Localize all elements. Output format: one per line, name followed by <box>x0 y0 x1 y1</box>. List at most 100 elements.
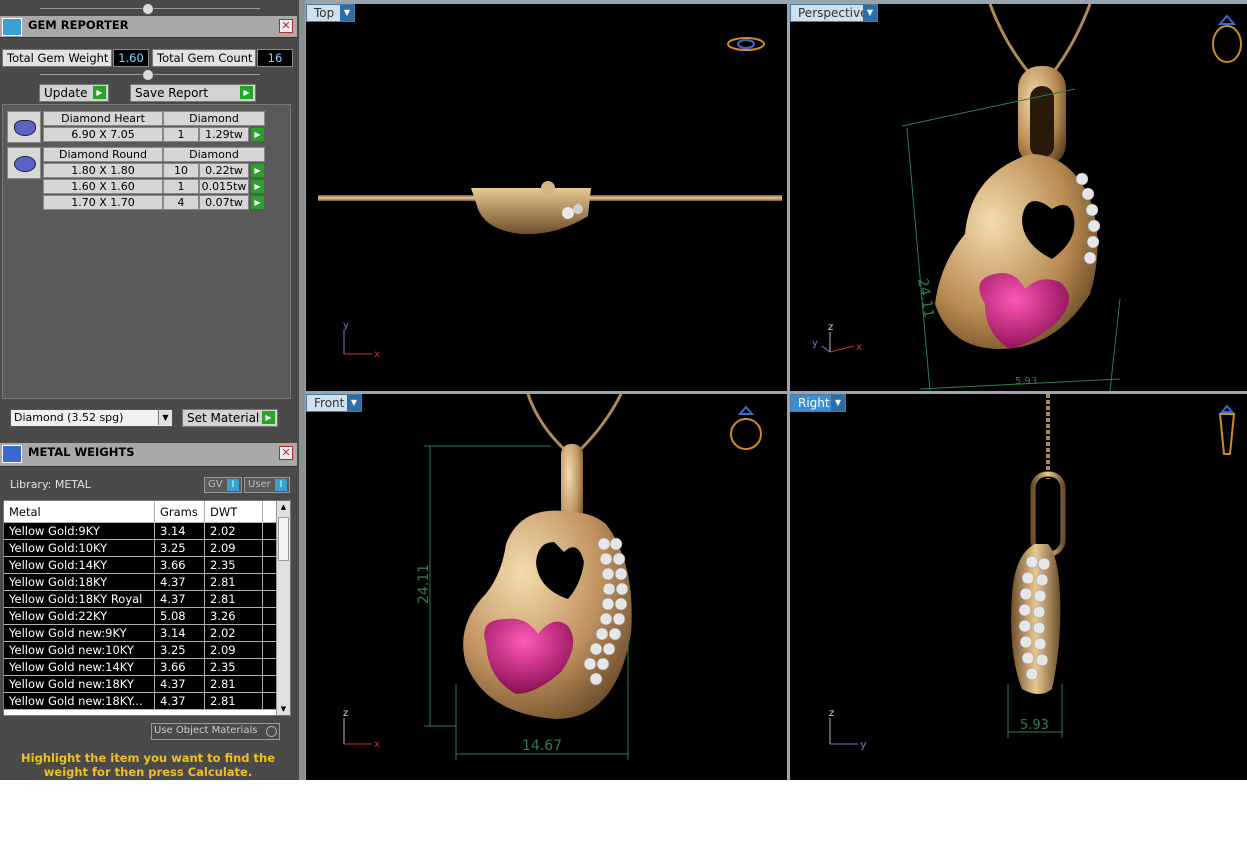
bail-shape <box>1030 471 1066 557</box>
gem-material-cell: Diamond <box>163 111 265 126</box>
library-label: Library: METAL <box>10 478 91 491</box>
table-row[interactable]: Yellow Gold:10KY 3.25 2.09 <box>4 540 278 557</box>
viewport-area: y x Top ▼ 24.11 5.93 z x y Perspective ▼… <box>305 0 1247 780</box>
viewport-perspective-label: Perspective <box>798 6 868 20</box>
ring-top-icon <box>727 37 765 51</box>
dwt-cell: 2.35 <box>205 659 263 675</box>
gem-slider[interactable] <box>30 69 270 81</box>
axis-icon: z x <box>343 708 380 750</box>
gem-qty-cell: 10 <box>163 163 199 178</box>
viewport-front-tab[interactable]: Front ▼ <box>306 394 362 412</box>
gv-label: GV <box>208 479 223 490</box>
metal-name-cell: Yellow Gold new:14KY <box>4 659 155 675</box>
save-report-button[interactable]: Save Report ▶ <box>130 84 256 102</box>
chevron-down-icon: ▼ <box>863 5 877 21</box>
table-row[interactable]: Yellow Gold new:18KY 4.37 2.81 <box>4 676 278 693</box>
viewport-front[interactable]: 24.11 14.67 z x Front ▼ <box>306 394 787 780</box>
set-material-button[interactable]: Set Material ▶ <box>182 409 278 427</box>
grams-cell: 4.37 <box>155 676 205 692</box>
metal-name-cell: Yellow Gold:18KY <box>4 574 155 590</box>
table-row[interactable]: Yellow Gold new:9KY 3.14 2.02 <box>4 625 278 642</box>
svg-text:y: y <box>860 738 867 751</box>
gem-reporter-header: GEM REPORTER ✕ <box>0 16 297 38</box>
column-header-dwt[interactable]: DWT <box>205 501 263 522</box>
top-slider[interactable] <box>30 3 270 15</box>
play-icon: ▶ <box>93 86 106 99</box>
gem-size-cell: 1.70 X 1.70 <box>43 195 163 210</box>
user-label: User <box>248 479 271 490</box>
metal-name-cell: Yellow Gold:9KY <box>4 523 155 539</box>
metal-name-cell: Yellow Gold new:18KY... <box>4 693 155 709</box>
svg-text:z: z <box>828 322 833 333</box>
viewport-top[interactable]: y x Top ▼ <box>306 4 787 391</box>
play-icon[interactable]: ▶ <box>251 128 264 141</box>
svg-text:z: z <box>343 708 348 719</box>
dwt-cell: 2.09 <box>205 642 263 658</box>
use-object-materials-toggle[interactable]: Use Object Materials <box>151 723 280 740</box>
gem-weight-cell: 0.22tw <box>199 163 249 178</box>
play-icon[interactable]: ▶ <box>251 180 264 193</box>
chevron-down-icon: ▼ <box>158 410 172 425</box>
column-header-grams[interactable]: Grams <box>155 501 205 522</box>
table-row[interactable]: Yellow Gold:22KY 5.08 3.26 <box>4 608 278 625</box>
scrollbar-thumb[interactable] <box>278 517 289 561</box>
play-icon[interactable]: ▶ <box>251 196 264 209</box>
column-header-metal[interactable]: Metal <box>4 501 155 522</box>
user-toggle[interactable]: User I <box>244 477 290 493</box>
total-gem-count-label: Total Gem Count <box>152 49 256 67</box>
close-icon[interactable]: ✕ <box>279 19 293 33</box>
total-gem-weight-label: Total Gem Weight <box>2 49 112 67</box>
top-view-render: y x <box>318 37 782 360</box>
viewport-right[interactable]: 5.93 z y Right ▼ <box>790 394 1247 780</box>
metal-name-cell: Yellow Gold:10KY <box>4 540 155 556</box>
table-row[interactable]: Yellow Gold:18KY 4.37 2.81 <box>4 574 278 591</box>
table-scrollbar[interactable]: ▲ ▼ <box>276 501 290 715</box>
play-icon: ▶ <box>262 411 275 424</box>
table-row[interactable]: Yellow Gold:14KY 3.66 2.35 <box>4 557 278 574</box>
play-icon[interactable]: ▶ <box>251 164 264 177</box>
perspective-depth-dim: 5.93 <box>1015 376 1037 387</box>
update-button[interactable]: Update ▶ <box>39 84 109 102</box>
grams-cell: 3.14 <box>155 523 205 539</box>
table-row[interactable]: Yellow Gold new:18KY... 4.37 2.81 <box>4 693 278 710</box>
material-select-value: Diamond (3.52 spg) <box>14 411 124 424</box>
chevron-down-icon: ▼ <box>340 5 354 21</box>
metal-weights-title: METAL WEIGHTS <box>28 445 135 459</box>
dwt-cell: 3.26 <box>205 608 263 624</box>
metal-weights-icon <box>2 445 22 463</box>
grams-cell: 3.25 <box>155 642 205 658</box>
viewport-right-tab[interactable]: Right ▼ <box>790 394 846 412</box>
table-row[interactable]: Yellow Gold:18KY Royal 4.37 2.81 <box>4 591 278 608</box>
grams-cell: 3.25 <box>155 540 205 556</box>
svg-text:x: x <box>374 739 380 750</box>
close-icon[interactable]: ✕ <box>279 446 293 460</box>
viewport-perspective[interactable]: 24.11 5.93 z x y Perspective ▼ <box>790 4 1247 391</box>
left-panel: GEM REPORTER ✕ Total Gem Weight 1.60 Tot… <box>0 0 299 780</box>
dwt-cell: 2.81 <box>205 574 263 590</box>
table-row[interactable]: Yellow Gold:9KY 3.14 2.02 <box>4 523 278 540</box>
metal-name-cell: Yellow Gold new:18KY <box>4 676 155 692</box>
axis-icon: z x y <box>812 322 862 353</box>
total-gem-weight-value: 1.60 <box>113 49 149 67</box>
gem-reporter-title: GEM REPORTER <box>28 18 129 32</box>
table-row[interactable]: Yellow Gold new:10KY 3.25 2.09 <box>4 642 278 659</box>
table-row[interactable]: Yellow Gold new:14KY 3.66 2.35 <box>4 659 278 676</box>
dwt-cell: 2.02 <box>205 523 263 539</box>
gem-material-cell: Diamond <box>163 147 265 162</box>
viewport-perspective-tab[interactable]: Perspective ▼ <box>790 4 878 22</box>
total-gem-count-value: 16 <box>257 49 293 67</box>
gem-shape-cell: Diamond Heart <box>43 111 163 126</box>
heart-gem-thumbnail <box>7 111 41 143</box>
right-depth-dim: 5.93 <box>1020 718 1049 733</box>
ring-side-icon <box>1218 404 1236 455</box>
viewport-top-tab[interactable]: Top ▼ <box>306 4 355 22</box>
dwt-cell: 2.35 <box>205 557 263 573</box>
gv-toggle[interactable]: GV I <box>204 477 242 493</box>
grams-cell: 3.14 <box>155 625 205 641</box>
material-select[interactable]: Diamond (3.52 spg) ▼ <box>10 409 173 427</box>
gem-list: Diamond Heart Diamond 6.90 X 7.05 1 1.29… <box>2 104 291 399</box>
grams-cell: 3.66 <box>155 557 205 573</box>
front-width-dim: 14.67 <box>522 738 562 754</box>
gem-qty-cell: 1 <box>163 127 199 142</box>
axis-icon: z y <box>829 708 867 751</box>
